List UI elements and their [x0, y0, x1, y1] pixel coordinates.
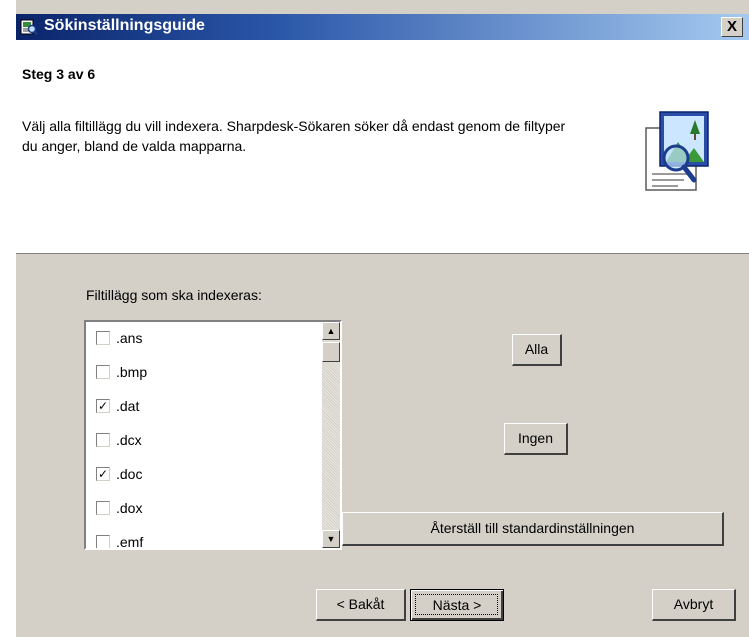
select-all-button[interactable]: Alla [512, 334, 562, 366]
extension-checkbox[interactable] [96, 535, 110, 548]
next-button[interactable]: Nästa > [410, 589, 504, 621]
extension-checkbox[interactable]: ✓ [96, 399, 110, 413]
close-button[interactable]: X [721, 17, 743, 37]
search-wizard-icon [20, 18, 38, 36]
back-button[interactable]: < Bakåt [316, 589, 406, 621]
extension-checkbox[interactable]: ✓ [96, 467, 110, 481]
extension-checkbox[interactable] [96, 501, 110, 515]
step-description: Välj alla filtillägg du vill indexera. S… [22, 118, 566, 154]
extension-label: .dat [116, 398, 140, 414]
extension-list-item[interactable]: ✓ .dat [96, 396, 296, 418]
extension-list-item[interactable]: .dcx [96, 430, 296, 452]
window-title: Sökinställningsguide [44, 17, 205, 34]
extension-label: .doc [116, 466, 143, 482]
scroll-up-button[interactable]: ▲ [322, 322, 340, 340]
cancel-button[interactable]: Avbryt [652, 589, 736, 621]
extensions-list-label: Filtillägg som ska indexeras: [86, 287, 262, 303]
scroll-down-icon: ▼ [326, 534, 336, 544]
extensions-list: .ans .bmp ✓ .dat .dcx ✓ .doc .dox .emf [86, 322, 310, 548]
extension-label: .dcx [116, 432, 142, 448]
extension-checkbox[interactable] [96, 433, 110, 447]
close-icon: X [726, 18, 737, 35]
select-none-button[interactable]: Ingen [504, 423, 568, 455]
document-magnifier-graphic [632, 108, 712, 196]
extension-label: .dox [116, 500, 143, 516]
extension-checkbox[interactable] [96, 365, 110, 379]
step-title: Steg 3 av 6 [22, 66, 96, 82]
extension-label: .emf [116, 534, 144, 548]
wizard-header: Steg 3 av 6 Välj alla filtillägg du vill… [16, 40, 749, 254]
listbox-scrollbar[interactable]: ▲ ▼ [322, 322, 340, 548]
focus-indicator [415, 594, 498, 615]
wizard-window: Sökinställningsguide X Steg 3 av 6 Välj … [14, 0, 749, 637]
extension-checkbox[interactable] [96, 331, 110, 345]
extension-list-item[interactable]: ✓ .doc [96, 464, 296, 486]
extension-list-item[interactable]: .dox [96, 498, 296, 520]
scroll-up-icon: ▲ [326, 326, 336, 336]
reset-defaults-button[interactable]: Återställ till standardinställningen [342, 512, 724, 546]
extension-list-item[interactable]: .ans [96, 328, 296, 350]
scroll-down-button[interactable]: ▼ [322, 530, 340, 548]
extension-list-item[interactable]: .bmp [96, 362, 296, 384]
extension-label: .ans [116, 330, 143, 346]
extension-label: .bmp [116, 364, 148, 380]
extension-list-item[interactable]: .emf [96, 532, 296, 548]
extensions-listbox[interactable]: .ans .bmp ✓ .dat .dcx ✓ .doc .dox .emf ▲ ▼ [84, 320, 342, 550]
scrollbar-thumb[interactable] [322, 342, 340, 362]
title-bar[interactable]: Sökinställningsguide X [16, 14, 749, 40]
